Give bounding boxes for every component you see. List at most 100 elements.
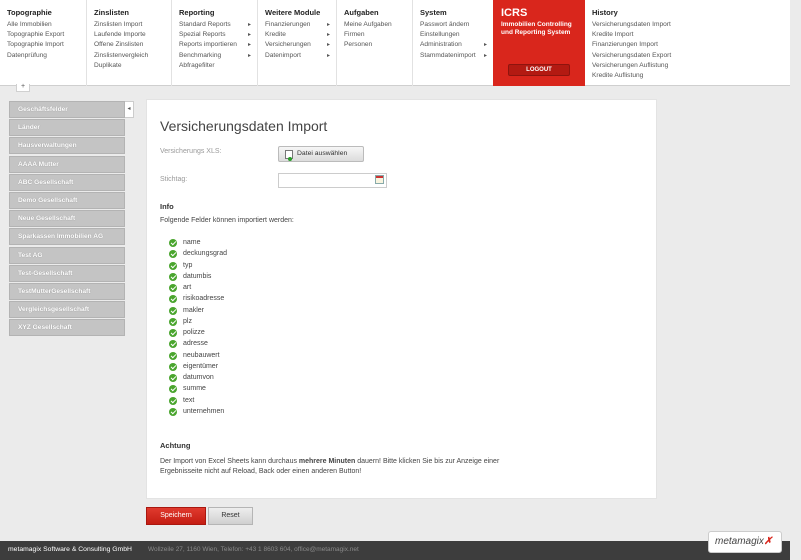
collapse-nav-toggle[interactable]: + — [16, 83, 30, 92]
nav-title-topographie[interactable]: Topographie — [7, 8, 86, 17]
nav-item-passwort-aendern[interactable]: Passwort ändern — [420, 20, 493, 30]
checkmark-icon — [169, 385, 177, 394]
nav-col-reporting: Reporting Standard Reports ▸ Spezial Repo… — [172, 0, 258, 86]
checkmark-icon — [169, 306, 177, 315]
importable-fields-list: name deckungsgrad typ datumbis art risik… — [169, 237, 227, 417]
nav-item-einstellungen[interactable]: Einstellungen — [420, 30, 493, 40]
checkmark-icon — [169, 340, 177, 349]
nav-item-duplikate[interactable]: Duplikate — [94, 61, 171, 71]
nav-item-abfragefilter[interactable]: Abfragefilter — [179, 61, 257, 71]
list-item: art — [169, 282, 227, 293]
nav-item-versicherungen[interactable]: Versicherungen ▸ — [265, 40, 336, 50]
nav-item-spezial-reports[interactable]: Spezial Reports ▸ — [179, 30, 257, 40]
nav-title-history: History — [592, 8, 618, 17]
sidebar-item-xyz-gesellschaft[interactable]: XYZ Gesellschaft — [9, 319, 125, 337]
sidebar-item-vergleichsgesellschaft[interactable]: Vergleichsgesellschaft — [9, 301, 125, 319]
checkmark-icon — [169, 239, 177, 247]
list-item: plz — [169, 316, 227, 327]
chevron-right-icon: ▸ — [326, 42, 330, 49]
nav-col-topographie: Topographie Alle Immobilien Topographie … — [0, 0, 87, 86]
sidebar-collapse-toggle[interactable]: ◂ — [125, 101, 134, 118]
nav-title-system[interactable]: System — [420, 8, 493, 17]
checkmark-icon — [169, 362, 177, 371]
nav-item-firmen[interactable]: Firmen — [344, 30, 412, 40]
sidebar-item-aaaa-mutter[interactable]: AAAA Mutter — [9, 155, 125, 173]
plus-icon: + — [20, 83, 26, 90]
nav-item-topographie-import[interactable]: Topographie Import — [7, 40, 86, 50]
nav-item-stammdatenimport[interactable]: Stammdatenimport ▸ — [420, 51, 493, 61]
list-item: typ — [169, 260, 227, 271]
history-item-finanzierungen-import[interactable]: Finanzierungen Import — [592, 40, 790, 50]
nav-item-kredite[interactable]: Kredite ▸ — [265, 30, 336, 40]
chevron-left-icon: ◂ — [127, 106, 131, 112]
nav-title-zinslisten[interactable]: Zinslisten — [94, 8, 171, 17]
nav-col-aufgaben: Aufgaben Meine Aufgaben Firmen Personen — [337, 0, 413, 86]
chevron-right-icon: ▸ — [326, 52, 330, 59]
nav-title-weitere-module[interactable]: Weitere Module — [265, 8, 336, 17]
checkmark-icon — [169, 351, 177, 360]
nav-item-datenimport[interactable]: Datenimport ▸ — [265, 51, 336, 61]
checkmark-icon — [169, 261, 177, 270]
sidebar-item-hausverwaltungen[interactable]: Hausverwaltungen — [9, 137, 125, 155]
sidebar-item-test-ag[interactable]: Test AG — [9, 246, 125, 264]
info-text: Folgende Felder können importiert werden… — [160, 217, 294, 224]
list-item: unternehmen — [169, 406, 227, 417]
list-item: deckungsgrad — [169, 248, 227, 259]
nav-item-benchmarking[interactable]: Benchmarking ▸ — [179, 51, 257, 61]
main-panel: Versicherungsdaten Import Versicherungs … — [146, 99, 657, 499]
nav-col-weitere-module: Weitere Module Finanzierungen ▸ Kredite ▸ … — [258, 0, 337, 86]
nav-item-laufende-importe[interactable]: Laufende Importe — [94, 30, 171, 40]
list-item: datumvon — [169, 372, 227, 383]
list-item: name — [169, 237, 227, 248]
nav-item-personen[interactable]: Personen — [344, 40, 412, 50]
nav-item-datenpruefung[interactable]: Datenprüfung — [7, 51, 86, 61]
nav-col-zinslisten: Zinslisten Zinslisten Import Laufende Im… — [87, 0, 172, 86]
nav-item-standard-reports[interactable]: Standard Reports ▸ — [179, 20, 257, 30]
history-item-versicherungsdaten-import[interactable]: Versicherungsdaten Import — [592, 20, 790, 30]
chevron-right-icon: ▸ — [247, 42, 251, 49]
sidebar-item-abc-gesellschaft[interactable]: ABC Gesellschaft — [9, 173, 125, 191]
checkmark-icon — [169, 317, 177, 326]
nav-item-finanzierungen[interactable]: Finanzierungen ▸ — [265, 20, 336, 30]
nav-title-reporting[interactable]: Reporting — [179, 8, 257, 17]
sidebar-item-laender[interactable]: Länder — [9, 119, 125, 137]
nav-item-offene-zinslisten[interactable]: Offene Zinslisten — [94, 40, 171, 50]
stichtag-input[interactable] — [278, 173, 387, 188]
top-navigation: Topographie Alle Immobilien Topographie … — [0, 0, 790, 86]
history-item-kredite-auflistung[interactable]: Kredite Auflistung — [592, 71, 790, 81]
sidebar-item-neue-gesellschaft[interactable]: Neue Gesellschaft — [9, 210, 125, 228]
nav-item-reports-importieren[interactable]: Reports importieren ▸ — [179, 40, 257, 50]
list-item: polizze — [169, 327, 227, 338]
sidebar-item-geschaeftsfelder[interactable]: Geschäftsfelder — [9, 101, 125, 118]
chevron-right-icon: ▸ — [483, 52, 487, 59]
checkmark-icon — [169, 374, 177, 382]
chevron-right-icon: ▸ — [326, 22, 330, 28]
nav-item-alle-immobilien[interactable]: Alle Immobilien — [7, 20, 86, 30]
logout-button[interactable]: LOGOUT — [508, 64, 570, 76]
history-item-versicherungsdaten-export[interactable]: Versicherungsdaten Export — [592, 51, 790, 61]
sidebar-item-testmuttergesellschaft[interactable]: TestMutterGesellschaft — [9, 282, 125, 300]
checkmark-icon — [169, 284, 177, 292]
chevron-right-icon: ▸ — [247, 32, 251, 39]
nav-item-zinslisten-import[interactable]: Zinslisten Import — [94, 20, 171, 30]
page-title: Versicherungsdaten Import — [160, 118, 328, 134]
chevron-right-icon: ▸ — [483, 42, 487, 49]
info-title: Info — [160, 202, 174, 211]
metamagix-logo[interactable]: metamagix✗ — [708, 531, 782, 553]
list-item: text — [169, 395, 227, 406]
checkmark-icon — [169, 272, 177, 281]
nav-item-administration[interactable]: Administration ▸ — [420, 40, 493, 50]
nav-item-topographie-export[interactable]: Topographie Export — [7, 30, 86, 40]
sidebar-item-sparkassen-immobilien-ag[interactable]: Sparkassen Immobilien AG — [9, 228, 125, 246]
save-button[interactable]: Speichern — [146, 507, 206, 525]
sidebar-item-demo-gesellschaft[interactable]: Demo Gesellschaft — [9, 191, 125, 209]
nav-title-aufgaben[interactable]: Aufgaben — [344, 8, 412, 17]
history-item-versicherungen-auflistung[interactable]: Versicherungen Auflistung — [592, 61, 790, 71]
history-item-kredite-import[interactable]: Kredite Import — [592, 30, 790, 40]
reset-button[interactable]: Reset — [208, 507, 253, 525]
nav-item-zinslistenvergleich[interactable]: Zinslistenvergleich — [94, 51, 171, 61]
sidebar-item-test-gesellschaft[interactable]: Test-Gesellschaft — [9, 264, 125, 282]
file-select-button[interactable]: Datei auswählen — [278, 146, 364, 162]
nav-item-meine-aufgaben[interactable]: Meine Aufgaben — [344, 20, 412, 30]
calendar-icon[interactable] — [375, 175, 384, 184]
